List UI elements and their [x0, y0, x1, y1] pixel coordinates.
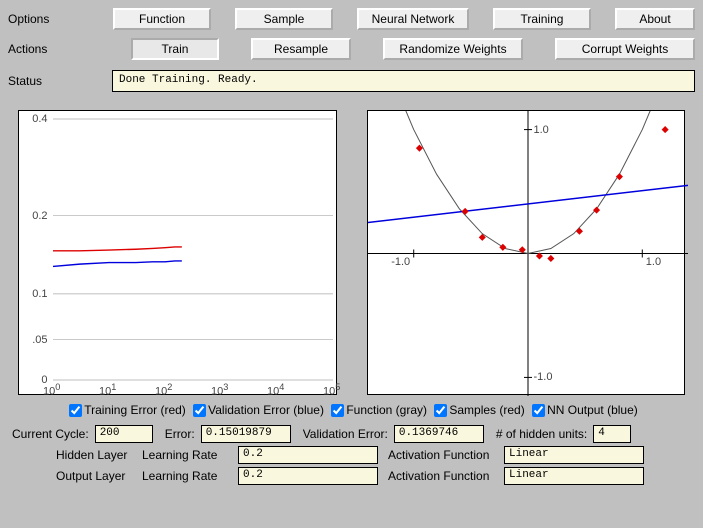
activation-function-label-2: Activation Function — [388, 469, 498, 483]
error-chart: 0.050.10.20.4100101102103104105 — [18, 110, 337, 395]
current-cycle-label: Current Cycle: — [12, 427, 89, 441]
training-error-checkbox[interactable] — [69, 404, 82, 417]
sample-button[interactable]: Sample — [235, 8, 333, 30]
corrupt-weights-button[interactable]: Corrupt Weights — [555, 38, 695, 60]
output-act-field[interactable]: Linear — [504, 467, 644, 485]
error-field: 0.15019879 — [201, 425, 291, 443]
hidden-layer-label: Hidden Layer — [56, 448, 136, 462]
actions-label: Actions — [8, 42, 64, 56]
about-button[interactable]: About — [615, 8, 695, 30]
hidden-units-label: # of hidden units: — [496, 427, 587, 441]
output-lr-field[interactable]: 0.2 — [238, 467, 378, 485]
function-chart: -1.01.01.0-1.0 — [367, 110, 686, 395]
validation-error-field: 0.1369746 — [394, 425, 484, 443]
validation-error-checkbox[interactable] — [193, 404, 206, 417]
current-cycle-field[interactable]: 200 — [95, 425, 153, 443]
legend-validation-error: Validation Error (blue) — [208, 403, 324, 417]
validation-error-label: Validation Error: — [303, 427, 388, 441]
train-button[interactable]: Train — [131, 38, 219, 60]
legend-samples: Samples (red) — [449, 403, 524, 417]
resample-button[interactable]: Resample — [251, 38, 351, 60]
hidden-lr-field[interactable]: 0.2 — [238, 446, 378, 464]
learning-rate-label-2: Learning Rate — [142, 469, 232, 483]
legend-training-error: Training Error (red) — [84, 403, 186, 417]
status-label: Status — [8, 74, 68, 88]
training-button[interactable]: Training — [493, 8, 591, 30]
hidden-act-field[interactable]: Linear — [504, 446, 644, 464]
samples-checkbox[interactable] — [434, 404, 447, 417]
activation-function-label-1: Activation Function — [388, 448, 498, 462]
status-field: Done Training. Ready. — [112, 70, 695, 92]
options-label: Options — [8, 12, 55, 26]
legend-row: Training Error (red) Validation Error (b… — [0, 399, 703, 423]
legend-nn-output: NN Output (blue) — [547, 403, 638, 417]
neural-network-button[interactable]: Neural Network — [357, 8, 469, 30]
legend-function: Function (gray) — [346, 403, 427, 417]
function-button[interactable]: Function — [113, 8, 211, 30]
nn-output-checkbox[interactable] — [532, 404, 545, 417]
hidden-units-field[interactable]: 4 — [593, 425, 631, 443]
error-label: Error: — [165, 427, 195, 441]
randomize-weights-button[interactable]: Randomize Weights — [383, 38, 523, 60]
output-layer-label: Output Layer — [56, 469, 136, 483]
function-checkbox[interactable] — [331, 404, 344, 417]
learning-rate-label-1: Learning Rate — [142, 448, 232, 462]
